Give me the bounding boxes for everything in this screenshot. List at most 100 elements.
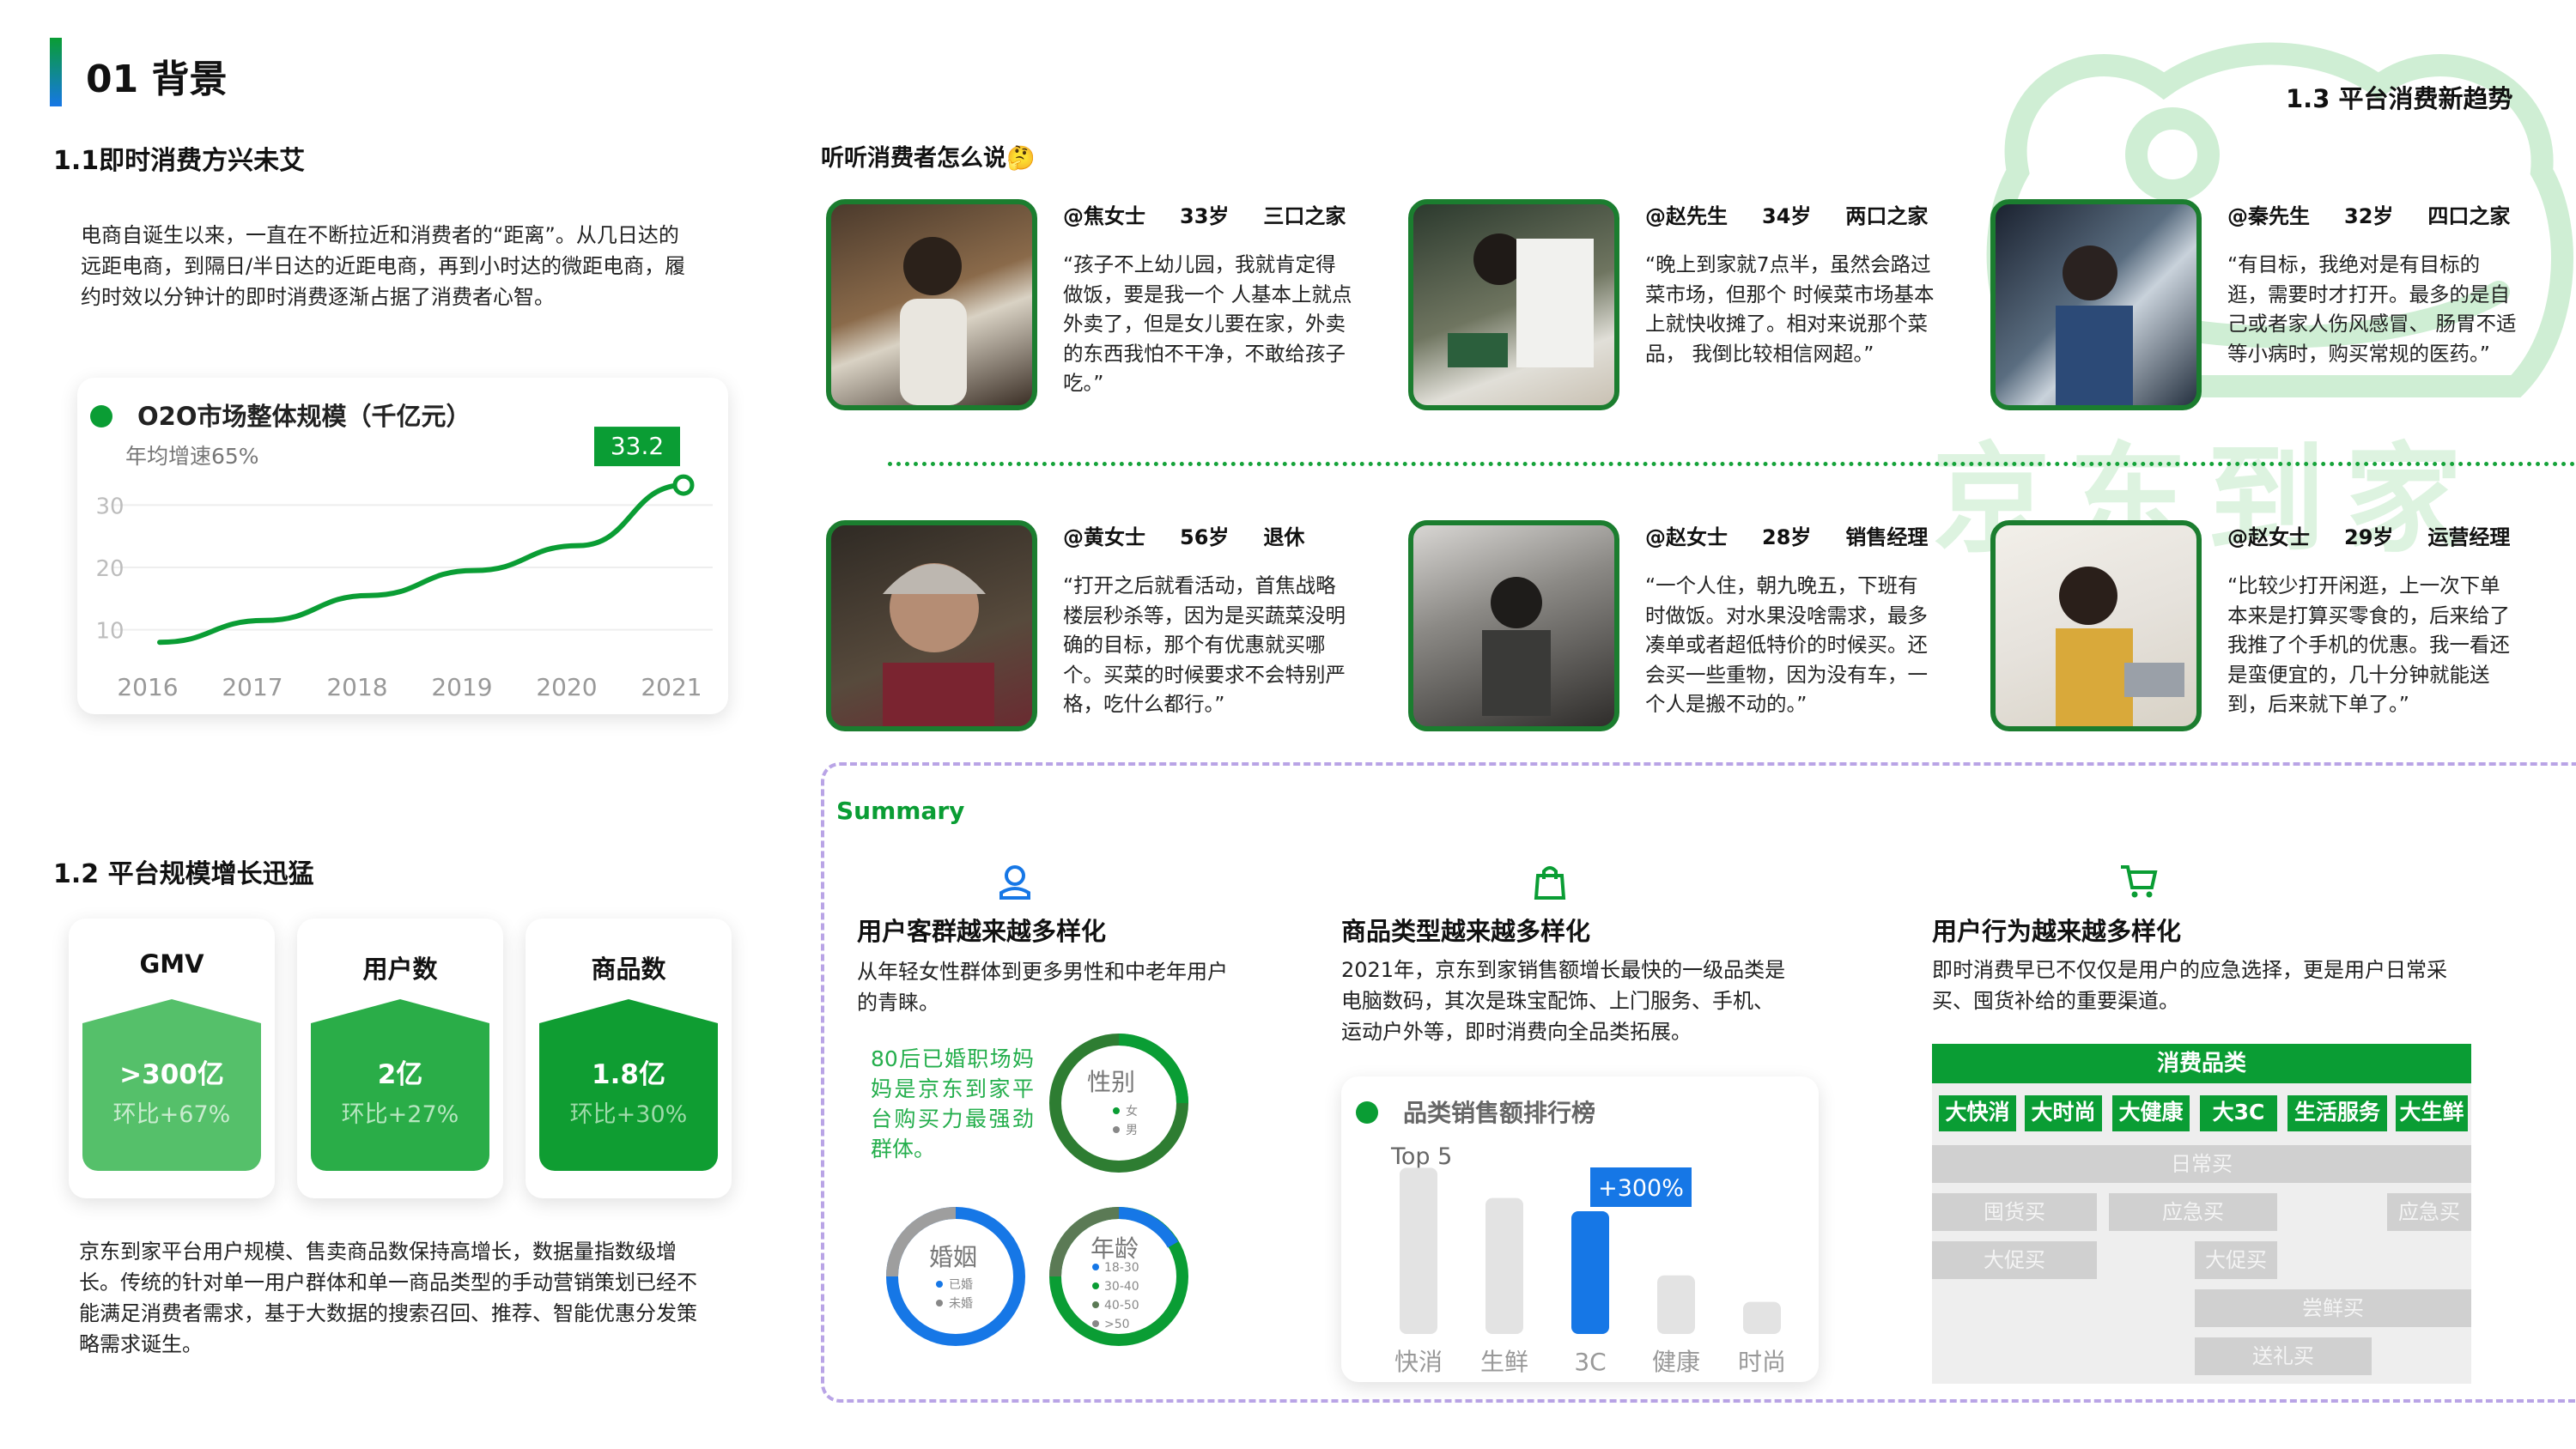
summary-col3-text: 即时消费早已不仅仅是用户的应急选择，更是用户日常采买、囤货补给的重要渠道。 xyxy=(1932,958,2447,1013)
consumer-quote: “孩子不上幼儿园，我就肯定得做饭，要是我一个 人基本上就点外卖了，但是女儿要在家… xyxy=(1063,252,1352,395)
bar-category-label: 快消 xyxy=(1394,1348,1443,1376)
header-accent-bar xyxy=(50,38,62,106)
x-tick-label: 2019 xyxy=(431,673,492,701)
series-line xyxy=(157,482,686,646)
y-tick-label: 20 xyxy=(95,556,124,582)
consumer-quote: “有目标，我绝对是有目标的逛，需要时才打开。最多的是自己或者家人伤风感冒、 肠胃… xyxy=(2227,252,2517,366)
bar-chart-legend-dot xyxy=(1356,1101,1378,1124)
voices-divider xyxy=(888,462,2576,466)
consumer-tag: 三口之家 xyxy=(1263,204,1346,228)
consumer-name: @赵女士 xyxy=(1645,525,1728,549)
consumer-age: 56岁 xyxy=(1180,525,1230,549)
consumer-age: 33岁 xyxy=(1180,204,1230,228)
donut-legend-label: 30-40 xyxy=(1104,1280,1139,1294)
consumer-card-6: @赵女士 29岁 运营经理 “比较少打开闲逛，上一次下单本来是打算买零食的，后来给了… xyxy=(2227,520,2519,719)
bar-chart-subtitle: Top 5 xyxy=(1390,1143,1452,1170)
stat-label: GMV xyxy=(139,949,204,979)
summary-col1-title: 用户客群越来越多样化 xyxy=(857,917,1107,946)
bar xyxy=(1571,1211,1609,1334)
x-tick-label: 2018 xyxy=(326,673,387,701)
consumer-tag: 退休 xyxy=(1263,525,1305,549)
table-cell: 尝鲜买 xyxy=(2195,1289,2471,1327)
consumption-table: 消费品类 大快消 大时尚 大健康 大3C 生活服务 大生鲜 日常买 囤货买 应急… xyxy=(1932,1044,2471,1384)
stat-value: 2亿 xyxy=(377,1059,423,1090)
section-12-title: 1.2 平台规模增长迅猛 xyxy=(53,859,314,889)
consumer-name: @焦女士 xyxy=(1063,204,1145,228)
bar-category-label: 时尚 xyxy=(1738,1348,1786,1376)
consumer-card-1: @焦女士 33岁 三口之家 “孩子不上幼儿园，我就肯定得做饭，要是我一个 人基本上就… xyxy=(1063,199,1355,398)
chart-legend-dot xyxy=(90,405,112,427)
consumer-tag: 销售经理 xyxy=(1845,525,1929,549)
donut-title: 性别 xyxy=(1087,1068,1135,1096)
bar xyxy=(1743,1301,1781,1334)
table-cell: 大促买 xyxy=(1932,1241,2097,1279)
y-tick-label: 30 xyxy=(95,494,124,519)
donut-marriage: 婚姻 已婚 未婚 xyxy=(886,1207,1025,1346)
donut-legend-label: 女 xyxy=(1126,1104,1138,1119)
stat-sub: 环比+27% xyxy=(341,1101,459,1128)
voices-title: 听听消费者怎么说🤔 xyxy=(821,145,1036,172)
donut-legend-label: 男 xyxy=(1126,1124,1138,1137)
bar xyxy=(1400,1167,1437,1334)
table-cell: 日常买 xyxy=(1932,1145,2471,1183)
donut-legend-label: 已婚 xyxy=(949,1278,973,1292)
consumer-tag: 两口之家 xyxy=(1845,204,1929,228)
stat-badge: 1.8亿 环比+30% xyxy=(539,999,718,1171)
table-cell: 送礼买 xyxy=(2195,1337,2372,1375)
avatar-photo-huang xyxy=(826,520,1037,731)
stat-card-gmv: GMV >300亿 环比+67% xyxy=(69,919,275,1198)
category-bar-chart-card: 品类销售额排行榜 Top 5 快消 生鲜 3C 健康 时尚 +300% xyxy=(1341,1076,1819,1382)
consumer-age: 32岁 xyxy=(2344,204,2394,228)
table-cell: 大促买 xyxy=(2195,1241,2277,1279)
consumer-quote: “打开之后就看活动，首焦战略楼层秒杀等，因为是买蔬菜没明确的目标，那个有优惠就买… xyxy=(1063,573,1346,716)
summary-col3-title: 用户行为越来越多样化 xyxy=(1932,917,2182,946)
bar-highlight-badge-label: +300% xyxy=(1598,1175,1684,1202)
consumer-tag: 四口之家 xyxy=(2427,204,2511,228)
stat-label: 商品数 xyxy=(591,955,666,984)
stat-badge: >300亿 环比+67% xyxy=(82,999,261,1171)
donut-legend-label: 18-30 xyxy=(1104,1261,1139,1275)
table-cell: 应急买 xyxy=(2109,1193,2277,1231)
bar-chart-title: 品类销售额排行榜 xyxy=(1403,1099,1595,1127)
section-13-title: 1.3 平台消费新趋势 xyxy=(2286,84,2513,113)
avatar-photo-zhao-f28 xyxy=(1408,520,1619,731)
section-12-paragraph: 京东到家平台用户规模、售卖商品数保持高增长，数据量指数级增长。传统的针对单一用户… xyxy=(79,1240,697,1356)
x-tick-label: 2016 xyxy=(117,673,178,701)
callout-label: 33.2 xyxy=(611,432,664,460)
consumer-name: @黄女士 xyxy=(1063,525,1145,549)
table-cat: 生活服务 xyxy=(2287,1095,2387,1131)
bar xyxy=(1485,1197,1523,1334)
stat-sub: 环比+67% xyxy=(112,1101,231,1128)
donut-title: 婚姻 xyxy=(929,1243,977,1271)
table-cat: 大生鲜 xyxy=(2396,1095,2468,1131)
data-point xyxy=(672,474,695,496)
donut-title: 年龄 xyxy=(1091,1234,1139,1263)
stat-badge: 2亿 环比+27% xyxy=(311,999,489,1171)
section-11-title: 1.1即时消费方兴未艾 xyxy=(53,146,306,176)
stat-value: >300亿 xyxy=(119,1059,224,1090)
section-11-paragraph: 电商自诞生以来，一直在不断拉近和消费者的“距离”。从几日达的远距电商，到隔日/半… xyxy=(81,223,686,309)
table-cat: 大快消 xyxy=(1939,1095,2016,1131)
market-size-chart-card: O2O市场整体规模（千亿元） 年均增速65% 10 20 30 2016 2017 20… xyxy=(77,378,728,714)
bar-category-label: 3C xyxy=(1574,1348,1606,1376)
consumer-card-3: @秦先生 32岁 四口之家 “有目标，我绝对是有目标的逛，需要时才打开。最多的是自己… xyxy=(2227,199,2519,368)
consumer-name: @赵先生 xyxy=(1645,204,1728,228)
donut-legend-label: 40-50 xyxy=(1104,1299,1139,1313)
consumer-card-4: @黄女士 56岁 退休 “打开之后就看活动，首焦战略楼层秒杀等，因为是买蔬菜没明确的… xyxy=(1063,520,1355,719)
consumer-age: 28岁 xyxy=(1762,525,1812,549)
consumer-card-2: @赵先生 34岁 两口之家 “晚上到家就7点半，虽然会路过菜市场，但那个 时候菜市场… xyxy=(1645,199,1937,368)
consumer-name: @赵女士 xyxy=(2227,525,2310,549)
table-cat: 大3C xyxy=(2200,1095,2277,1131)
consumer-quote: “一个人住，朝九晚五，下班有时做饭。对水果没啥需求，最多凑单或者超低特价的时候买… xyxy=(1645,573,1928,716)
avatar-photo-jiao xyxy=(826,199,1037,410)
donut-age: 年龄 18-30 30-40 40-50 >50 xyxy=(1049,1207,1188,1346)
user-icon xyxy=(999,865,1030,900)
stat-value: 1.8亿 xyxy=(592,1059,665,1090)
avatar-photo-zhao-m xyxy=(1408,199,1619,410)
stat-card-users: 用户数 2亿 环比+27% xyxy=(297,919,503,1198)
x-tick-label: 2017 xyxy=(222,673,283,701)
donut-gender: 性别 女 男 xyxy=(1049,1034,1188,1173)
donut-legend-label: >50 xyxy=(1104,1318,1130,1331)
consumer-age: 34岁 xyxy=(1762,204,1812,228)
summary-col2-title: 商品类型越来越多样化 xyxy=(1341,917,1591,946)
